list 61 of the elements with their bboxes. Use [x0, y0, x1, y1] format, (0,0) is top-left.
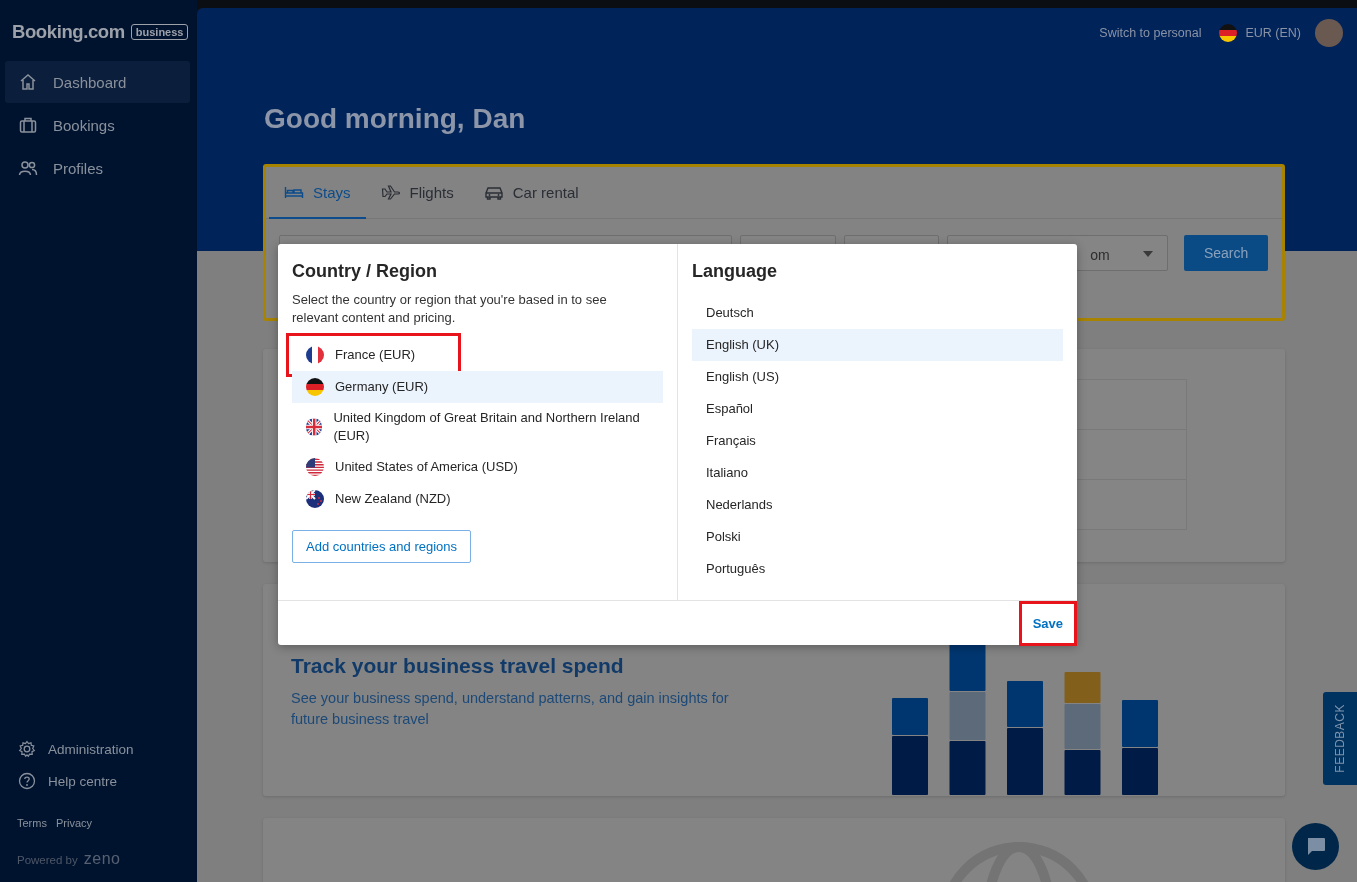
car-icon: [483, 184, 504, 200]
brand-logo[interactable]: Booking.com: [12, 21, 125, 43]
language-option[interactable]: Polski: [692, 521, 1063, 553]
language-option[interactable]: English (US): [692, 361, 1063, 393]
feedback-tab[interactable]: FEEDBACK: [1323, 692, 1357, 785]
suitcase-icon: [18, 115, 38, 135]
flag-icon: [306, 458, 324, 476]
flag-icon: [306, 418, 323, 436]
language-option[interactable]: Italiano: [692, 457, 1063, 489]
search-button[interactable]: Search: [1184, 235, 1268, 271]
country-option[interactable]: United States of America (USD): [292, 451, 663, 483]
section-title: Language: [692, 260, 778, 282]
chart-bar: [949, 692, 986, 740]
greeting-heading: Good morning, Dan: [264, 102, 527, 136]
sidebar-item[interactable]: Profiles: [5, 147, 190, 189]
sidebar-item[interactable]: Bookings: [5, 104, 190, 146]
search-tab[interactable]: Flights: [365, 167, 469, 219]
footer-link[interactable]: Privacy: [55, 817, 92, 829]
chart-bar: [1122, 748, 1158, 795]
add-countries-button[interactable]: Add countries and regions: [292, 530, 472, 563]
switch-to-personal-link[interactable]: Switch to personal: [1099, 26, 1202, 40]
footer-link[interactable]: Terms: [17, 817, 47, 829]
language-option[interactable]: English (UK): [692, 329, 1063, 361]
language-option[interactable]: Português: [692, 553, 1063, 585]
flag-icon: [306, 490, 324, 508]
currency-selector[interactable]: EUR (EN): [1219, 24, 1301, 42]
plane-icon: [380, 184, 401, 200]
country-option[interactable]: Germany (EUR): [292, 371, 663, 403]
sidebar-item[interactable]: Dashboard: [5, 61, 190, 103]
language-option[interactable]: Español: [692, 393, 1063, 425]
help-icon: [18, 772, 36, 790]
flag-icon: [306, 346, 324, 364]
zeno-logo: zeno: [83, 850, 121, 868]
section-title: Country / Region: [292, 260, 438, 282]
bed-icon: [284, 184, 304, 200]
house-icon: [18, 72, 38, 92]
business-badge: business: [130, 24, 189, 40]
powered-by-text: Powered by: [17, 854, 78, 866]
language-option[interactable]: Français: [692, 425, 1063, 457]
country-option[interactable]: France (EUR): [292, 339, 663, 371]
chart-bar: [1122, 700, 1158, 747]
language-option[interactable]: Deutsch: [692, 297, 1063, 329]
card-description: See your business spend, understand patterns, and gain insights for future business travel: [291, 689, 730, 729]
chart-bar: [949, 741, 986, 795]
country-option[interactable]: New Zealand (NZD): [292, 483, 663, 515]
people-icon: [18, 158, 38, 178]
save-button[interactable]: Save: [1032, 609, 1063, 637]
chart-bar: [1064, 750, 1101, 795]
sidebar-item[interactable]: Help centre: [0, 765, 197, 797]
language-option[interactable]: Nederlands: [692, 489, 1063, 521]
card-title: Track your business travel spend: [291, 654, 625, 678]
chart-bar: [949, 644, 986, 691]
search-tab[interactable]: Car rental: [468, 167, 594, 219]
chat-button[interactable]: [1292, 823, 1339, 870]
country-option[interactable]: United Kingdom of Great Britain and Northern Ireland (EUR): [292, 403, 663, 451]
sidebar-item[interactable]: Administration: [0, 733, 197, 765]
flag-icon: [1219, 24, 1238, 42]
caret-icon: [1143, 251, 1154, 257]
flag-icon: [306, 378, 324, 396]
section-description: Select the country or region that you're based in to see relevant content and pricing.: [292, 291, 608, 327]
settings-icon: [18, 740, 36, 758]
